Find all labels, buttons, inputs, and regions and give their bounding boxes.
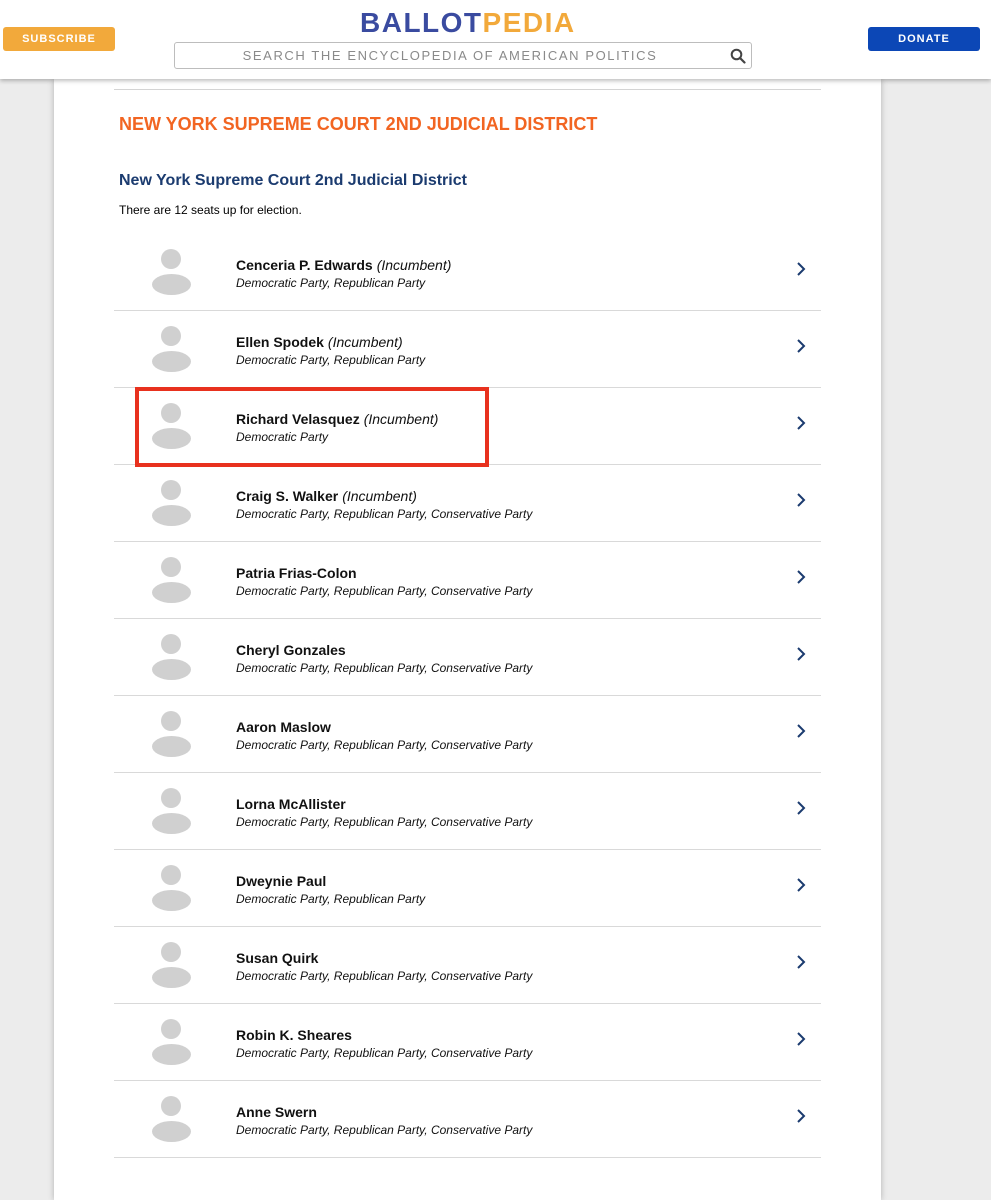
person-placeholder-icon [152, 1019, 192, 1067]
chevron-right-icon[interactable] [794, 261, 808, 277]
chevron-right-icon[interactable] [794, 800, 808, 816]
candidate-parties: Democratic Party, Republican Party, Cons… [236, 1123, 533, 1137]
incumbent-label: (Incumbent) [327, 334, 403, 350]
person-placeholder-icon [152, 249, 192, 297]
search-input[interactable] [175, 43, 725, 68]
section-title: New York Supreme Court 2nd Judicial Dist… [119, 172, 467, 189]
chevron-right-icon[interactable] [794, 954, 808, 970]
candidate-row[interactable]: Craig S. Walker (Incumbent) Democratic Pa… [114, 465, 821, 542]
candidate-parties: Democratic Party, Republican Party [236, 276, 426, 290]
ballotpedia-logo[interactable]: BALLOTPEDIA [360, 6, 580, 40]
person-placeholder-icon [152, 788, 192, 836]
candidate-row[interactable]: Dweynie Paul Democratic Party, Republica… [114, 850, 821, 927]
candidate-name: Anne Swern [236, 1104, 321, 1120]
candidate-row[interactable]: Robin K. Sheares Democratic Party, Repub… [114, 1004, 821, 1081]
person-placeholder-icon [152, 634, 192, 682]
chevron-right-icon[interactable] [794, 1031, 808, 1047]
content-card: NEW YORK SUPREME COURT 2ND JUDICIAL DIST… [54, 79, 881, 1200]
person-placeholder-icon [152, 480, 192, 528]
candidate-row[interactable]: Anne Swern Democratic Party, Republican … [114, 1081, 821, 1158]
chevron-right-icon[interactable] [794, 877, 808, 893]
person-placeholder-icon [152, 711, 192, 759]
candidate-name-text: Ellen Spodek [236, 334, 324, 350]
chevron-right-icon[interactable] [794, 646, 808, 662]
page-title: NEW YORK SUPREME COURT 2ND JUDICIAL DIST… [119, 114, 598, 134]
candidate-parties: Democratic Party, Republican Party, Cons… [236, 815, 533, 829]
seats-note: There are 12 seats up for election. [119, 203, 302, 217]
candidate-name: Ellen Spodek (Incumbent) [236, 334, 403, 350]
person-placeholder-icon [152, 865, 192, 913]
candidate-name: Patria Frias-Colon [236, 565, 361, 581]
candidate-name-text: Patria Frias-Colon [236, 565, 357, 581]
chevron-right-icon[interactable] [794, 569, 808, 585]
incumbent-label: (Incumbent) [376, 257, 452, 273]
search-icon[interactable] [730, 48, 746, 64]
candidate-row[interactable]: Patria Frias-Colon Democratic Party, Rep… [114, 542, 821, 619]
chevron-right-icon[interactable] [794, 338, 808, 354]
highlight-box [135, 387, 489, 467]
logo-text-pedia: PEDIA [482, 7, 576, 38]
candidate-parties: Democratic Party, Republican Party, Cons… [236, 661, 533, 675]
candidate-parties: Democratic Party, Republican Party, Cons… [236, 507, 533, 521]
chevron-right-icon[interactable] [794, 1108, 808, 1124]
candidate-parties: Democratic Party, Republican Party, Cons… [236, 738, 533, 752]
candidate-name-text: Craig S. Walker [236, 488, 339, 504]
candidate-list: Cenceria P. Edwards (Incumbent) Democrati… [114, 234, 821, 1158]
candidate-row[interactable]: Cheryl Gonzales Democratic Party, Republ… [114, 619, 821, 696]
person-placeholder-icon [152, 557, 192, 605]
candidate-name: Robin K. Sheares [236, 1027, 356, 1043]
candidate-name-text: Cenceria P. Edwards [236, 257, 373, 273]
chevron-right-icon[interactable] [794, 415, 808, 431]
candidate-parties: Democratic Party, Republican Party [236, 353, 426, 367]
candidate-name-text: Lorna McAllister [236, 796, 346, 812]
divider [114, 89, 821, 90]
candidate-name: Cheryl Gonzales [236, 642, 350, 658]
logo-text-ballot: BALLOT [360, 7, 483, 38]
candidate-name-text: Dweynie Paul [236, 873, 327, 889]
candidate-name-text: Susan Quirk [236, 950, 319, 966]
candidate-row[interactable]: Susan Quirk Democratic Party, Republican… [114, 927, 821, 1004]
person-placeholder-icon [152, 326, 192, 374]
candidate-parties: Democratic Party, Republican Party, Cons… [236, 1046, 533, 1060]
chevron-right-icon[interactable] [794, 492, 808, 508]
candidate-parties: Democratic Party, Republican Party, Cons… [236, 584, 533, 598]
candidate-name-text: Robin K. Sheares [236, 1027, 352, 1043]
incumbent-label: (Incumbent) [342, 488, 417, 504]
candidate-name-text: Anne Swern [236, 1104, 317, 1120]
subscribe-button[interactable]: SUBSCRIBE [3, 27, 115, 51]
candidate-row[interactable]: Ellen Spodek (Incumbent) Democratic Party… [114, 311, 821, 388]
candidate-name-text: Cheryl Gonzales [236, 642, 346, 658]
search-box [174, 42, 752, 69]
candidate-parties: Democratic Party, Republican Party [236, 892, 426, 906]
candidate-parties: Democratic Party, Republican Party, Cons… [236, 969, 533, 983]
candidate-row[interactable]: Aaron Maslow Democratic Party, Republica… [114, 696, 821, 773]
chevron-right-icon[interactable] [794, 723, 808, 739]
top-header: SUBSCRIBE BALLOTPEDIA DONATE [0, 0, 991, 79]
candidate-name: Craig S. Walker (Incumbent) [236, 488, 417, 504]
donate-button[interactable]: DONATE [868, 27, 980, 51]
candidate-name: Cenceria P. Edwards (Incumbent) [236, 257, 451, 273]
candidate-row[interactable]: Lorna McAllister Democratic Party, Repub… [114, 773, 821, 850]
candidate-name: Lorna McAllister [236, 796, 350, 812]
person-placeholder-icon [152, 942, 192, 990]
candidate-name: Susan Quirk [236, 950, 322, 966]
candidate-name-text: Aaron Maslow [236, 719, 331, 735]
candidate-name: Aaron Maslow [236, 719, 335, 735]
person-placeholder-icon [152, 1096, 192, 1144]
candidate-name: Dweynie Paul [236, 873, 330, 889]
candidate-row[interactable]: Cenceria P. Edwards (Incumbent) Democrati… [114, 234, 821, 311]
